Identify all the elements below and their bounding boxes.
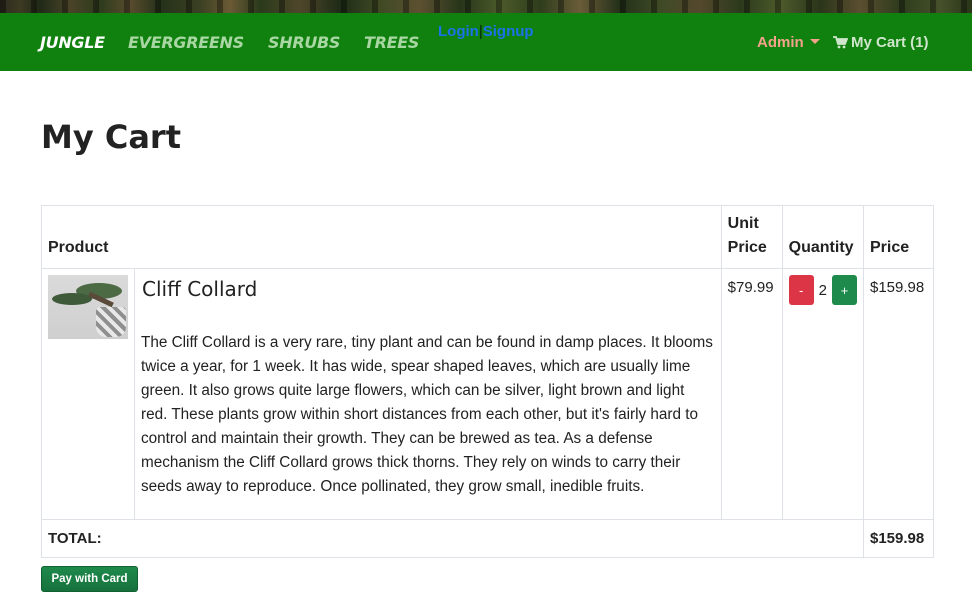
quantity-value: 2: [818, 281, 827, 299]
signup-link[interactable]: Signup: [483, 23, 534, 40]
forest-banner: [0, 0, 972, 13]
table-row: Cliff Collard The Cliff Collard is a ver…: [41, 268, 934, 520]
increase-quantity-button[interactable]: +: [832, 275, 857, 305]
total-row: TOTAL: $159.98: [41, 519, 934, 558]
admin-dropdown[interactable]: Admin: [757, 34, 820, 51]
brand-logo[interactable]: JUNGLE: [40, 33, 105, 52]
shopping-cart-icon: [833, 36, 849, 53]
table-header-row: Product Unit Price Quantity Price: [41, 205, 934, 269]
nav-link-shrubs[interactable]: SHRUBS: [268, 33, 340, 52]
admin-label: Admin: [757, 34, 804, 51]
product-image: [48, 275, 128, 339]
unit-price-value: $79.99: [720, 268, 783, 520]
quantity-stepper: - 2 +: [788, 275, 857, 305]
total-label: TOTAL:: [41, 519, 864, 558]
nav-link-trees[interactable]: TREES: [364, 33, 419, 52]
product-image-cell: [41, 268, 135, 520]
product-info-cell: Cliff Collard The Cliff Collard is a ver…: [134, 268, 722, 520]
header-quantity: Quantity: [781, 205, 865, 269]
total-value: $159.98: [863, 519, 934, 558]
caret-down-icon: [809, 39, 820, 44]
header-price: Price: [863, 205, 934, 269]
nav-link-evergreens[interactable]: EVERGREENS: [128, 33, 244, 52]
my-cart-link[interactable]: My Cart (1): [833, 34, 929, 53]
decrease-quantity-button[interactable]: -: [788, 275, 814, 305]
line-price-value: $159.98: [863, 268, 934, 520]
header-unit-price: Unit Price: [720, 205, 783, 269]
navbar: JUNGLE EVERGREENS SHRUBS TREES Login|Sig…: [0, 13, 972, 71]
pay-with-card-button[interactable]: Pay with Card: [41, 566, 138, 592]
my-cart-label: My Cart (1): [851, 34, 929, 51]
login-link[interactable]: Login: [438, 23, 479, 40]
product-name: Cliff Collard: [142, 277, 258, 301]
product-description: The Cliff Collard is a very rare, tiny p…: [141, 334, 713, 495]
auth-links: Login|Signup: [438, 23, 534, 40]
cart-table: Product Unit Price Quantity Price Cliff …: [41, 205, 934, 558]
page-title: My Cart: [41, 118, 181, 156]
header-product: Product: [41, 205, 722, 269]
quantity-cell: - 2 +: [781, 268, 865, 520]
